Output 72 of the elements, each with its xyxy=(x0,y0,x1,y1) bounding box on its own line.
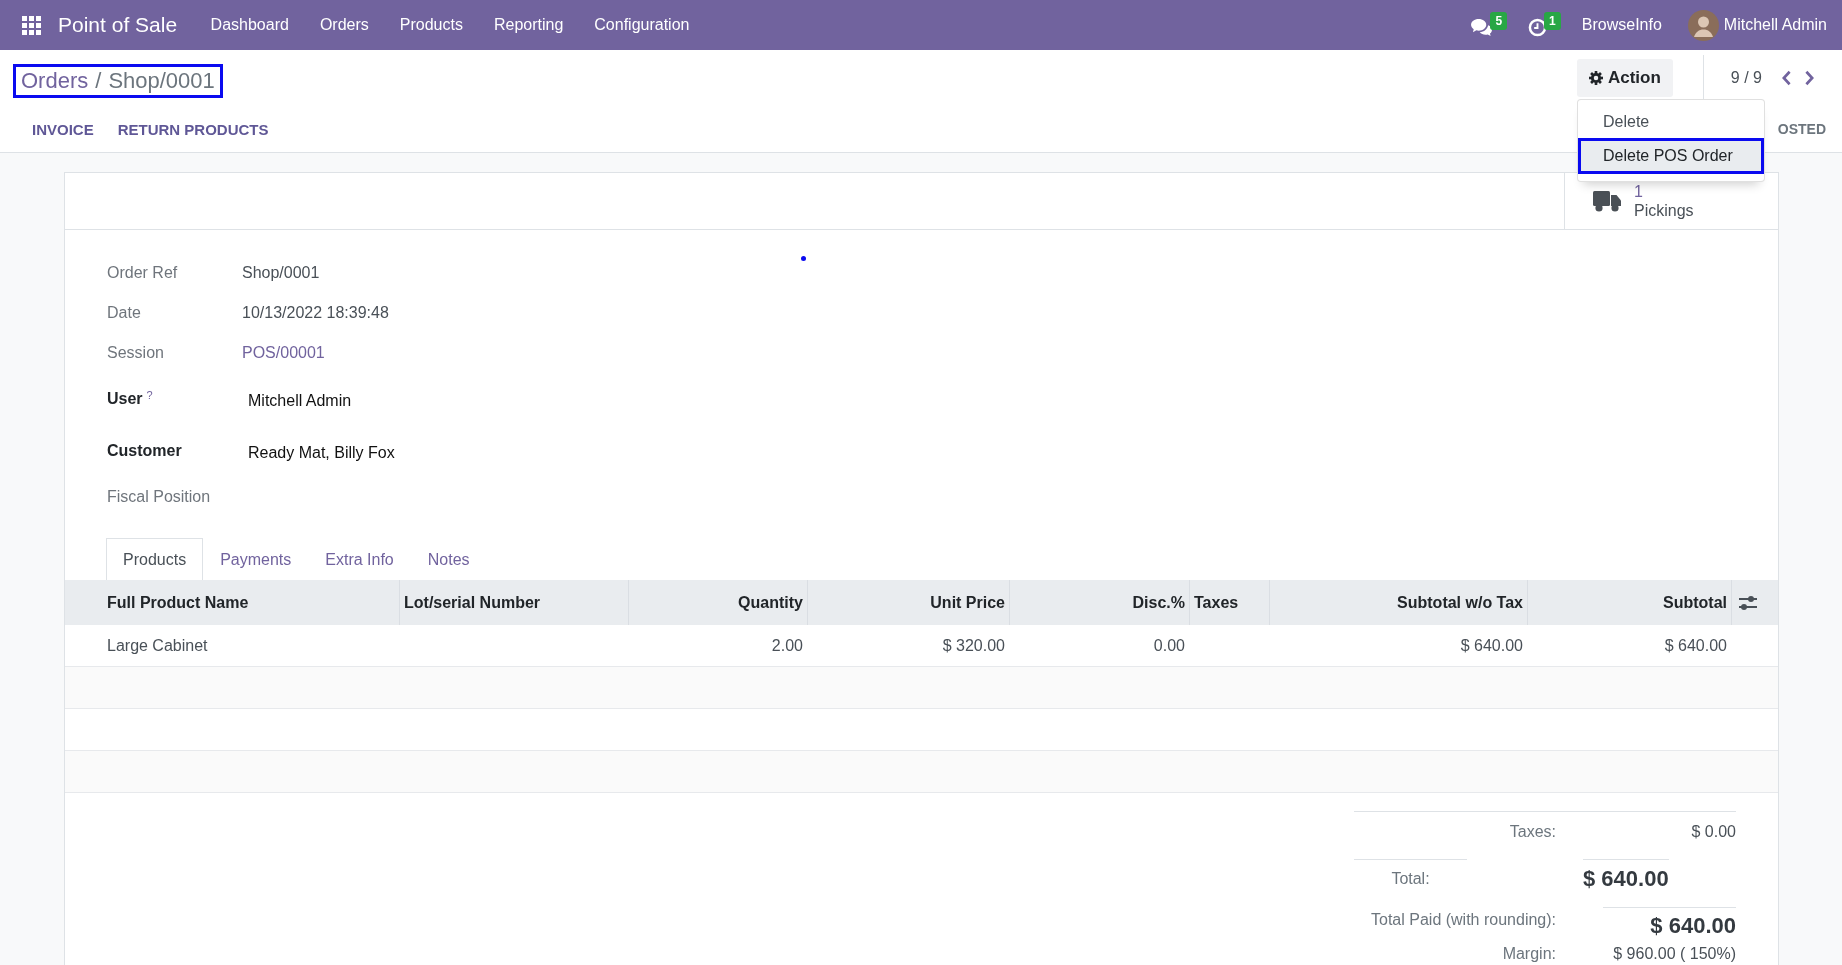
avatar-icon xyxy=(1687,9,1719,41)
field-label: Order Ref xyxy=(107,263,178,283)
column-header[interactable]: Disc.% xyxy=(1009,580,1189,625)
menu-item[interactable]: Products xyxy=(384,16,479,34)
status-stage[interactable]: OSTED xyxy=(1777,121,1826,137)
app-name[interactable]: Point of Sale xyxy=(58,13,178,37)
column-header[interactable]: Lot/serial Number xyxy=(399,580,628,625)
table-cell-text: $ 640.00 xyxy=(1459,635,1524,656)
apps-grid-icon[interactable] xyxy=(22,15,41,35)
chevron-left-icon xyxy=(1781,70,1792,86)
tab[interactable]: Payments xyxy=(203,538,309,580)
field-value: 10/13/2022 18:39:48 xyxy=(242,303,389,323)
input-field[interactable]: Ready Mat, Billy Fox xyxy=(242,443,395,487)
total-label: Taxes: xyxy=(1508,823,1556,841)
field-label: Session xyxy=(107,343,164,363)
previous-button[interactable] xyxy=(1781,70,1792,86)
next-button[interactable] xyxy=(1804,70,1815,86)
column-header[interactable]: Subtotal w/o Tax xyxy=(1269,580,1527,625)
clock-icon xyxy=(1528,17,1548,37)
menu-item[interactable]: Configuration xyxy=(578,16,705,34)
total-value: $ 640.00 xyxy=(1603,907,1736,939)
stat-count: 1 xyxy=(1634,182,1643,201)
total-value: $ 960.00 ( 150%) xyxy=(1612,945,1736,963)
field-link[interactable]: POS/00001 xyxy=(242,343,325,383)
tab[interactable]: Extra Info xyxy=(308,538,411,580)
breadcrumb-separator: / xyxy=(95,68,102,94)
dropdown-item[interactable]: Delete POS Order xyxy=(1577,138,1764,174)
column-header[interactable]: Subtotal xyxy=(1527,580,1731,625)
field-label: User xyxy=(107,389,143,409)
dropdown-item[interactable]: Delete xyxy=(1577,105,1764,138)
help-mark[interactable]: ? xyxy=(146,389,153,401)
breadcrumb-link[interactable]: Orders xyxy=(21,68,89,94)
column-header[interactable]: Full Product Name xyxy=(65,580,399,625)
table-cell-text: Large Cabinet xyxy=(106,635,209,656)
table-cell-text: 0.00 xyxy=(1152,635,1186,656)
chevron-right-icon xyxy=(1804,70,1815,86)
field-label: Fiscal Position xyxy=(107,487,211,507)
table-cell-text: $ 640.00 xyxy=(1663,635,1728,656)
gear-icon xyxy=(1588,71,1603,85)
column-header[interactable]: Taxes xyxy=(1189,580,1269,625)
table-cell-text: 2.00 xyxy=(770,635,804,656)
company-switcher[interactable]: BrowseInfo xyxy=(1581,16,1662,34)
truck-icon xyxy=(1593,190,1621,212)
message-count-badge: 5 xyxy=(1490,11,1508,30)
chat-icon xyxy=(1470,17,1494,37)
column-header[interactable]: Quantity xyxy=(628,580,807,625)
menu-item[interactable]: Orders xyxy=(304,16,385,34)
total-label: Margin: xyxy=(1501,945,1556,963)
stat-label: Pickings xyxy=(1634,201,1694,220)
header-button[interactable]: RETURN PRODUCTS xyxy=(105,112,281,146)
total-value: $ 640.00 xyxy=(1583,859,1669,892)
action-button[interactable]: Action xyxy=(1576,59,1673,97)
user-menu-button[interactable]: Mitchell Admin xyxy=(1687,9,1827,41)
field-label: Customer xyxy=(107,441,182,461)
total-label: Total: xyxy=(1354,859,1467,888)
field-value: Shop/0001 xyxy=(242,263,320,283)
total-label: Total Paid (with rounding): xyxy=(1370,910,1556,929)
breadcrumb-current: Shop/0001 xyxy=(108,68,215,94)
input-field[interactable]: Mitchell Admin xyxy=(242,391,352,435)
column-header[interactable]: Unit Price xyxy=(807,580,1009,625)
menu-item[interactable]: Dashboard xyxy=(195,16,305,34)
menu-item[interactable]: Reporting xyxy=(478,16,579,34)
dot-icon xyxy=(801,256,806,261)
pager-counter: 9 / 9 xyxy=(1730,69,1762,87)
tab[interactable]: Notes xyxy=(410,538,487,580)
table-cell-text: $ 320.00 xyxy=(941,635,1006,656)
sliders-icon[interactable] xyxy=(1739,594,1757,611)
total-value: $ 0.00 xyxy=(1690,823,1736,841)
field-label: Date xyxy=(107,303,141,323)
activity-count-badge: 1 xyxy=(1544,11,1561,30)
tab[interactable]: Products xyxy=(106,538,204,580)
header-button[interactable]: INVOICE xyxy=(20,112,106,146)
